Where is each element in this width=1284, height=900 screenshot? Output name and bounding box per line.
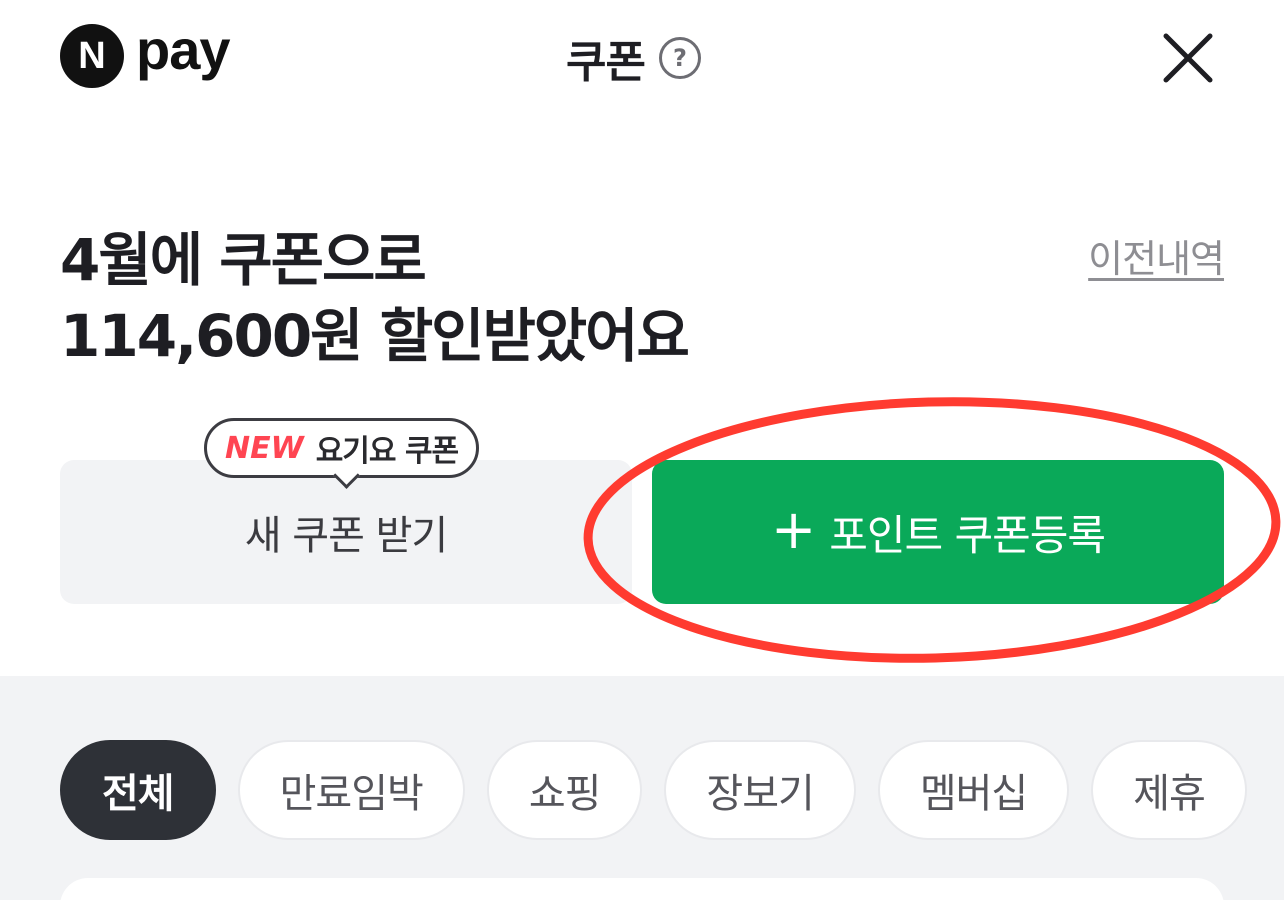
logo-mark: N bbox=[60, 24, 124, 88]
summary-line-1: 4월에 쿠폰으로 bbox=[60, 226, 427, 294]
filter-chip-expiring[interactable]: 만료임박 bbox=[237, 740, 465, 840]
new-badge: NEW bbox=[225, 430, 304, 466]
coupon-page: N pay 쿠폰 ? 4월에 쿠폰으로 114,600원 할인받았어요 이전내역… bbox=[0, 0, 1284, 900]
filter-chip-partner[interactable]: 제휴 bbox=[1091, 740, 1247, 840]
page-header: 쿠폰 ? bbox=[566, 28, 701, 88]
discount-summary: 4월에 쿠폰으로 114,600원 할인받았어요 bbox=[60, 222, 690, 374]
register-coupon-button[interactable]: + 포인트 쿠폰등록 bbox=[652, 460, 1224, 604]
register-coupon-label: 포인트 쿠폰등록 bbox=[829, 510, 1106, 560]
plus-icon: + bbox=[770, 498, 816, 561]
help-icon[interactable]: ? bbox=[658, 37, 701, 79]
filter-chip-groceries[interactable]: 장보기 bbox=[664, 740, 856, 840]
filter-chip-shopping[interactable]: 쇼핑 bbox=[486, 740, 643, 840]
new-coupon-label: 새 쿠폰 받기 bbox=[244, 513, 448, 559]
npay-logo: N pay bbox=[60, 18, 230, 88]
filter-chips: 전체 만료임박 쇼핑 장보기 멤버십 제휴 bbox=[60, 740, 1247, 840]
page-title: 쿠폰 bbox=[566, 37, 646, 88]
filter-chip-membership[interactable]: 멤버십 bbox=[877, 740, 1070, 840]
tooltip-text: 요기요 쿠폰 bbox=[315, 434, 459, 469]
close-icon[interactable] bbox=[1160, 30, 1216, 86]
history-link[interactable]: 이전내역 bbox=[1088, 228, 1225, 283]
summary-line-2: 114,600원 할인받았어요 bbox=[60, 302, 690, 370]
coupon-card[interactable] bbox=[60, 878, 1224, 900]
logo-text: pay bbox=[136, 18, 230, 81]
new-coupon-tooltip: NEW 요기요 쿠폰 bbox=[204, 418, 480, 478]
filter-chip-all[interactable]: 전체 bbox=[60, 740, 216, 840]
